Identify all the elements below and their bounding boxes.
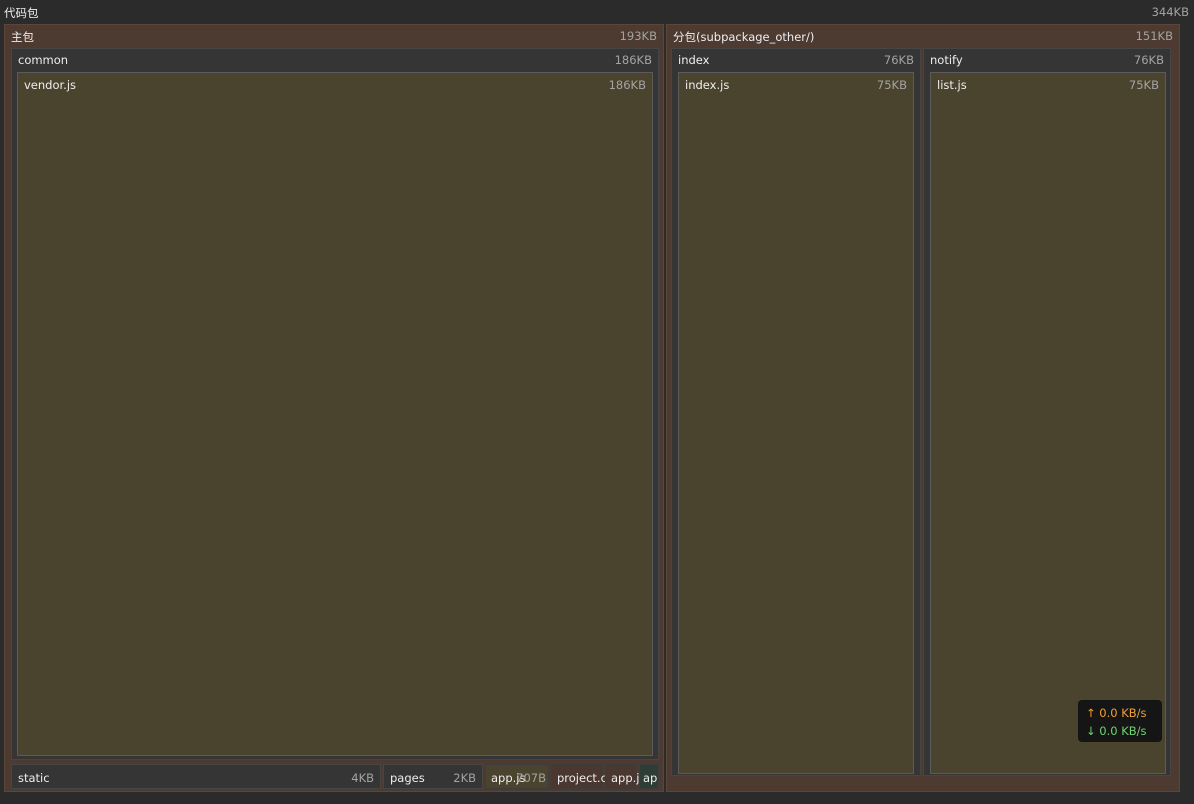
index-js-tile[interactable]: index.js 75KB <box>678 72 914 774</box>
root-package-tile[interactable]: 代码包 344KB 主包 193KB common 186KB vendor.j… <box>0 0 1194 804</box>
treemap-view: 代码包 344KB 主包 193KB common 186KB vendor.j… <box>0 0 1194 804</box>
main-package-label: 主包 <box>11 30 34 44</box>
sub-package-label: 分包(subpackage_other/) <box>673 30 815 44</box>
index-folder-size: 76KB <box>883 53 914 67</box>
list-js-tile[interactable]: list.js 75KB <box>930 72 1166 774</box>
app-other-tile[interactable]: ap <box>639 764 659 789</box>
list-js-label: list.js <box>937 78 967 92</box>
main-package-tile[interactable]: 主包 193KB common 186KB vendor.js 186KB st… <box>4 24 664 792</box>
project-config-tile[interactable]: project.c <box>551 764 607 789</box>
vendor-js-tile[interactable]: vendor.js 186KB <box>17 72 653 756</box>
download-speed: ↓ 0.0 KB/s <box>1086 724 1147 738</box>
network-speed-overlay: ↑ 0.0 KB/s ↓ 0.0 KB/s <box>1078 700 1162 742</box>
notify-folder-header: notify 76KB <box>924 49 1170 71</box>
pages-folder-size: 2KB <box>453 771 476 785</box>
common-folder-label: common <box>18 53 69 67</box>
root-package-header: 代码包 344KB <box>0 0 1194 22</box>
root-package-size: 344KB <box>1151 5 1189 19</box>
static-folder-size: 4KB <box>351 771 374 785</box>
index-folder-tile[interactable]: index 76KB index.js 75KB <box>671 48 921 776</box>
app-json-tile[interactable]: app.j <box>605 764 640 789</box>
notify-folder-tile[interactable]: notify 76KB list.js 75KB <box>923 48 1171 776</box>
notify-folder-size: 76KB <box>1133 53 1164 67</box>
common-folder-header: common 186KB <box>12 49 658 71</box>
upload-speed: ↑ 0.0 KB/s <box>1086 706 1147 720</box>
index-js-label: index.js <box>685 78 730 92</box>
root-package-label: 代码包 <box>4 6 39 20</box>
app-other-label: ap <box>643 771 658 785</box>
vendor-js-label: vendor.js <box>24 78 77 92</box>
static-folder-label: static <box>18 771 50 785</box>
pages-folder-tile[interactable]: pages 2KB <box>383 764 483 789</box>
vendor-js-size: 186KB <box>608 78 646 92</box>
sub-package-tile[interactable]: 分包(subpackage_other/) 151KB index 76KB i… <box>666 24 1180 792</box>
app-json-label: app.j <box>611 771 640 785</box>
sub-package-size: 151KB <box>1135 29 1173 43</box>
project-config-label: project.c <box>557 771 607 785</box>
static-folder-tile[interactable]: static 4KB <box>11 764 381 789</box>
common-folder-size: 186KB <box>614 53 652 67</box>
main-package-size: 193KB <box>619 29 657 43</box>
app-js-size: 707B <box>516 771 546 785</box>
index-folder-label: index <box>678 53 710 67</box>
app-js-tile[interactable]: app.js 707B <box>485 764 549 789</box>
sub-package-header: 分包(subpackage_other/) 151KB <box>667 25 1179 47</box>
notify-folder-label: notify <box>930 53 963 67</box>
list-js-size: 75KB <box>1128 78 1159 92</box>
main-package-header: 主包 193KB <box>5 25 663 47</box>
pages-folder-label: pages <box>390 771 425 785</box>
index-js-size: 75KB <box>876 78 907 92</box>
index-folder-header: index 76KB <box>672 49 920 71</box>
common-folder-tile[interactable]: common 186KB vendor.js 186KB <box>11 48 659 760</box>
